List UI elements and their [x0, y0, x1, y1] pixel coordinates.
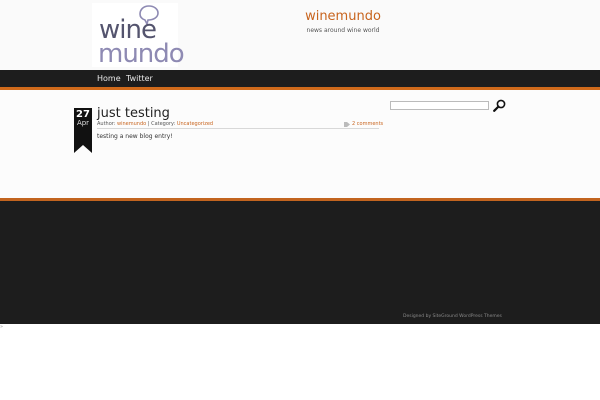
search-input[interactable]	[390, 101, 489, 110]
post-title[interactable]: just testing	[97, 107, 170, 121]
site-logo[interactable]: wine mundo	[92, 3, 185, 67]
main-nav	[0, 70, 600, 87]
category-label: Category:	[151, 121, 176, 127]
meta-divider	[97, 128, 379, 129]
logo-mundo-text: mundo	[98, 39, 185, 69]
post-date-month: Apr	[76, 119, 90, 127]
author-label: Author:	[97, 121, 116, 127]
category-link[interactable]: Uncategorized	[177, 121, 213, 127]
nav-item-home[interactable]: Home	[97, 74, 121, 83]
meta-separator: |	[147, 121, 150, 127]
site-tagline: news around wine world	[306, 27, 380, 34]
author-link[interactable]: winemundo	[117, 121, 146, 127]
bottom-marker: »	[0, 324, 4, 330]
search-icon[interactable]	[493, 99, 506, 112]
comments-link[interactable]: 2 comments	[352, 121, 383, 127]
footer-credit-link[interactable]: Designed by SiteGround WordPress Themes	[403, 314, 502, 319]
site-title[interactable]: winemundo	[296, 9, 390, 24]
nav-item-twitter[interactable]: Twitter	[126, 74, 153, 83]
comment-tag-icon	[344, 122, 350, 127]
post-body: testing a new blog entry!	[97, 133, 173, 140]
site-footer	[0, 201, 600, 324]
